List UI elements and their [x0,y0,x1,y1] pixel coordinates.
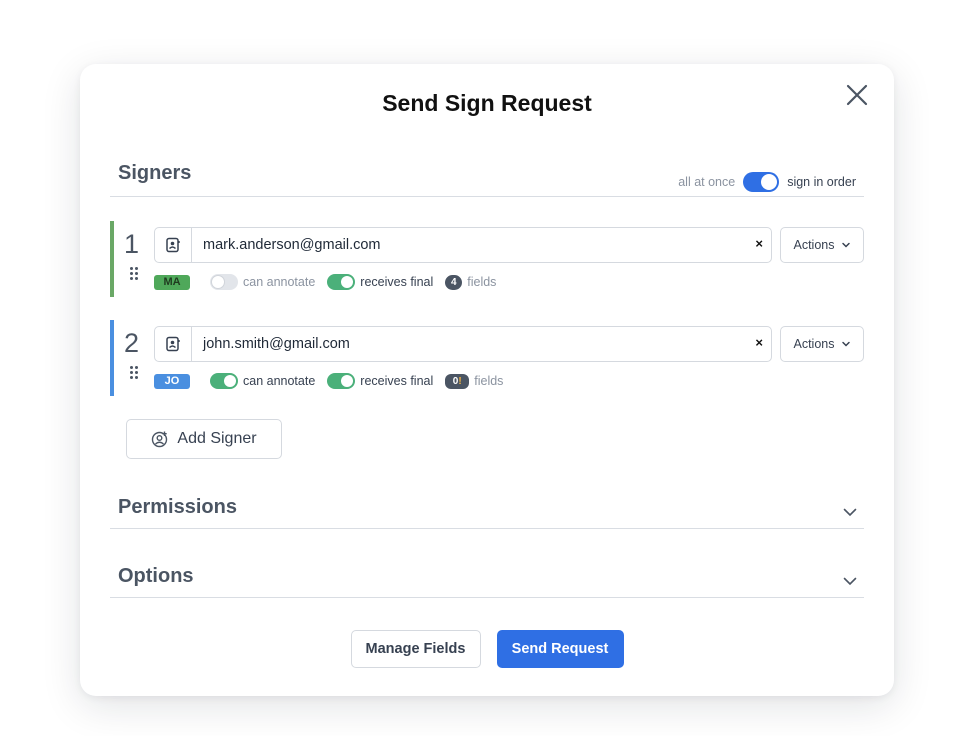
close-icon [846,84,868,106]
add-signer-button[interactable]: Add Signer [126,419,282,459]
options-section-header[interactable]: Options [110,563,864,598]
send-sign-request-modal: Send Sign Request Signers all at once si… [80,64,894,696]
signer-options: MA can annotate receives final 4 fields [154,274,508,290]
chevron-down-icon[interactable] [842,504,858,520]
can-annotate-option[interactable]: can annotate [210,274,315,290]
receives-final-switch[interactable] [327,274,356,290]
field-warning-icon: ! [458,375,462,387]
signer-number: 1 [124,229,140,259]
contact-picker-button[interactable] [155,327,192,361]
manage-fields-button[interactable]: Manage Fields [350,630,481,668]
modal-title: Send Sign Request [382,90,592,116]
switch-knob [224,375,236,387]
all-at-once-label: all at once [678,175,736,189]
fields-label: fields [474,374,504,388]
permissions-section-header[interactable]: Permissions [110,494,864,529]
signer-email-field[interactable]: john.smith@gmail.com × [154,326,772,362]
drag-handle-icon[interactable] [130,267,140,281]
switch-knob [341,276,354,288]
signer-actions-dropdown[interactable]: Actions [780,326,864,362]
chevron-down-icon [841,341,850,347]
signer-row: 1 mark.anderson@gmail.com × Actions MA c… [110,221,864,297]
signer-email-field[interactable]: mark.anderson@gmail.com × [154,227,772,263]
actions-label: Actions [793,337,835,351]
signer-actions-dropdown[interactable]: Actions [780,227,864,263]
can-annotate-switch[interactable] [210,274,238,290]
signers-title: Signers [118,162,192,184]
can-annotate-option[interactable]: can annotate [210,373,315,389]
switch-knob [341,375,354,387]
contact-book-icon [166,237,180,253]
send-request-button[interactable]: Send Request [496,630,624,668]
fields-label: fields [467,275,497,289]
signer-options: JO can annotate receives final 0! fields [154,373,515,389]
signer-initials-badge: JO [154,373,190,389]
field-count-badge: 0! [445,373,470,389]
options-title: Options [118,565,194,587]
contact-picker-button[interactable] [155,228,192,262]
chevron-down-icon[interactable] [842,573,858,589]
add-user-icon [152,431,168,448]
signer-email-value[interactable]: john.smith@gmail.com [203,336,350,352]
chevron-down-icon [841,242,850,248]
actions-label: Actions [793,238,835,252]
receives-final-option[interactable]: receives final [327,274,433,290]
receives-final-label: receives final [360,275,434,289]
field-count-badge: 4 [445,274,463,290]
clear-email-button[interactable]: × [755,335,763,350]
can-annotate-label: can annotate [243,374,316,388]
clear-email-button[interactable]: × [755,236,763,251]
signer-number: 2 [124,328,140,358]
drag-handle-icon[interactable] [130,366,140,380]
modal-footer: Manage Fields Send Request [80,630,894,668]
receives-final-option[interactable]: receives final [327,373,433,389]
signer-email-value[interactable]: mark.anderson@gmail.com [203,237,381,253]
signing-order-toggle-group: all at once sign in order [678,172,856,192]
receives-final-switch[interactable] [327,373,356,389]
sign-in-order-label: sign in order [787,175,856,189]
signer-row: 2 john.smith@gmail.com × Actions JO can … [110,320,864,396]
signing-order-switch[interactable] [743,172,780,192]
switch-knob [761,174,778,190]
signers-section-header: Signers all at once sign in order [110,160,864,197]
signer-color-bar [110,221,114,297]
fields-count[interactable]: 4 fields [445,274,497,290]
fields-count[interactable]: 0! fields [445,373,504,389]
can-annotate-label: can annotate [243,275,316,289]
can-annotate-switch[interactable] [210,373,238,389]
signer-initials-badge: MA [154,274,190,290]
receives-final-label: receives final [360,374,434,388]
contact-book-icon [166,336,180,352]
add-signer-label: Add Signer [177,430,257,447]
switch-knob [212,276,224,288]
close-button[interactable] [842,80,872,110]
signer-color-bar [110,320,114,396]
permissions-title: Permissions [118,496,237,518]
